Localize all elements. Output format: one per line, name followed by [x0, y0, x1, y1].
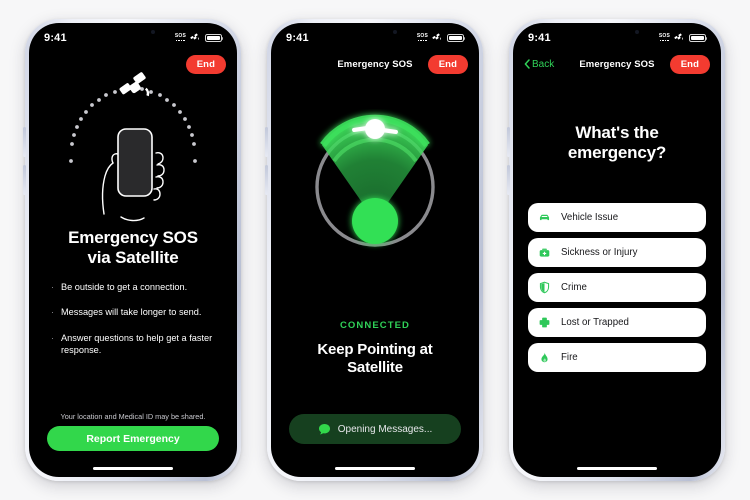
phone-2-heading: Keep Pointing at Satellite	[271, 341, 479, 377]
phone-2-heading-line1: Keep Pointing at	[317, 341, 433, 358]
report-emergency-button[interactable]: Report Emergency	[47, 426, 219, 451]
phone-1-heading: Emergency SOS via Satellite	[29, 228, 237, 268]
status-bar: 9:41 SOS	[513, 23, 721, 49]
phone-mockup-1: 9:41 SOS End Emergency SOS via Satellite…	[23, 19, 241, 481]
phone-mockup-2: 9:41 SOS Emergency SOS End CONNECTED Kee…	[265, 19, 483, 481]
sos-icon: SOS	[416, 32, 428, 42]
bullet-dot-icon: ·	[51, 282, 54, 292]
phone-1-bullet-list: · Be outside to get a connection. · Mess…	[51, 281, 221, 370]
battery-icon	[689, 33, 708, 42]
emergency-option-label: Fire	[561, 352, 578, 363]
phone-2-nav-title: Emergency SOS	[337, 58, 413, 70]
bullet-text: Messages will take longer to send.	[61, 307, 202, 318]
flame-icon	[538, 351, 551, 364]
end-call-button[interactable]: End	[669, 54, 710, 74]
satellite-icon	[190, 33, 199, 40]
end-call-button[interactable]: End	[427, 54, 468, 74]
emergency-option-sickness-or-injury[interactable]: Sickness or Injury	[528, 238, 706, 267]
phone-mockup-3: 9:41 SOS Back Emergency SOS End What's t…	[507, 19, 725, 481]
phone-1-screen: 9:41 SOS End Emergency SOS via Satellite…	[29, 23, 237, 477]
battery-icon	[447, 33, 466, 42]
emergency-option-crime[interactable]: Crime	[528, 273, 706, 302]
phone-1-heading-line2: via Satellite	[87, 248, 179, 268]
emergency-option-lost-or-trapped[interactable]: Lost or Trapped	[528, 308, 706, 337]
bullet-text: Be outside to get a connection.	[61, 282, 188, 292]
status-indicators: SOS	[174, 32, 224, 42]
phone-3-heading-line2: emergency?	[567, 143, 667, 163]
status-time: 9:41	[528, 31, 551, 44]
phone-2-screen: 9:41 SOS Emergency SOS End CONNECTED Kee…	[271, 23, 479, 477]
home-indicator[interactable]	[93, 467, 173, 470]
sos-icon: SOS	[658, 32, 670, 42]
phone-3-nav-right: End	[664, 54, 710, 74]
bullet-dot-icon: ·	[51, 307, 54, 318]
phone-2-heading-line2: Satellite	[347, 359, 403, 376]
emergency-type-list: Vehicle Issue Sickness or Injury Crime L…	[528, 203, 706, 372]
back-button-label: Back	[532, 58, 555, 70]
list-item: · Messages will take longer to send.	[51, 306, 221, 318]
phone-2-nav-right: End	[422, 54, 468, 74]
screenshot-stage: 9:41 SOS End Emergency SOS via Satellite…	[0, 0, 750, 500]
phone-1-nav-right: End	[180, 54, 226, 74]
connection-status-label: CONNECTED	[339, 320, 411, 331]
status-bar: 9:41 SOS	[29, 23, 237, 49]
battery-icon	[205, 33, 224, 42]
phone-3-nav-left: Back	[524, 59, 570, 70]
satellite-icon	[432, 33, 441, 40]
status-time: 9:41	[286, 31, 309, 44]
sos-icon-label: SOS	[658, 32, 670, 39]
bullet-dot-icon: ·	[51, 332, 54, 343]
home-indicator[interactable]	[577, 467, 657, 470]
status-indicators: SOS	[658, 32, 708, 42]
status-bar: 9:41 SOS	[271, 23, 479, 49]
phone-1-nav-bar: End	[29, 49, 237, 79]
phone-3-nav-bar: Back Emergency SOS End	[513, 49, 721, 79]
emergency-option-label: Vehicle Issue	[561, 212, 619, 223]
shield-icon	[538, 281, 551, 294]
bullet-text: Answer questions to help get a faster re…	[61, 332, 213, 356]
emergency-option-label: Crime	[561, 282, 587, 293]
opening-messages-button[interactable]: Opening Messages...	[289, 414, 461, 444]
satellite-pointing-radar-icon	[271, 109, 479, 259]
status-time: 9:41	[44, 31, 67, 44]
phone-3-heading: What's the emergency?	[513, 123, 721, 164]
phone-3-heading-line1: What's the	[575, 123, 659, 142]
emergency-option-label: Lost or Trapped	[561, 317, 629, 328]
hand-holding-phone-with-satellite-arc-icon	[29, 67, 237, 227]
satellite-icon	[674, 33, 683, 40]
phone-1-heading-line1: Emergency SOS	[68, 228, 198, 247]
end-call-button[interactable]: End	[185, 54, 226, 74]
back-button[interactable]: Back	[524, 59, 554, 70]
sos-icon-label: SOS	[174, 32, 186, 39]
phone-3-nav-title: Emergency SOS	[579, 58, 655, 70]
emergency-option-vehicle-issue[interactable]: Vehicle Issue	[528, 203, 706, 232]
car-icon	[538, 211, 551, 224]
chevron-left-icon	[524, 59, 530, 69]
cross-icon	[538, 316, 551, 329]
emergency-option-label: Sickness or Injury	[561, 247, 638, 258]
emergency-option-fire[interactable]: Fire	[528, 343, 706, 372]
list-item: · Answer questions to help get a faster …	[51, 332, 221, 357]
opening-messages-label: Opening Messages...	[337, 423, 433, 435]
privacy-footnote: Your location and Medical ID may be shar…	[60, 412, 206, 421]
status-indicators: SOS	[416, 32, 466, 42]
sos-icon-label: SOS	[416, 32, 428, 39]
sos-icon: SOS	[174, 32, 186, 42]
phone-2-nav-bar: Emergency SOS End	[271, 49, 479, 79]
phone-3-screen: 9:41 SOS Back Emergency SOS End What's t…	[513, 23, 721, 477]
medical-bag-icon	[538, 246, 551, 259]
message-bubble-icon	[318, 423, 330, 434]
list-item: · Be outside to get a connection.	[51, 281, 221, 293]
home-indicator[interactable]	[335, 467, 415, 470]
